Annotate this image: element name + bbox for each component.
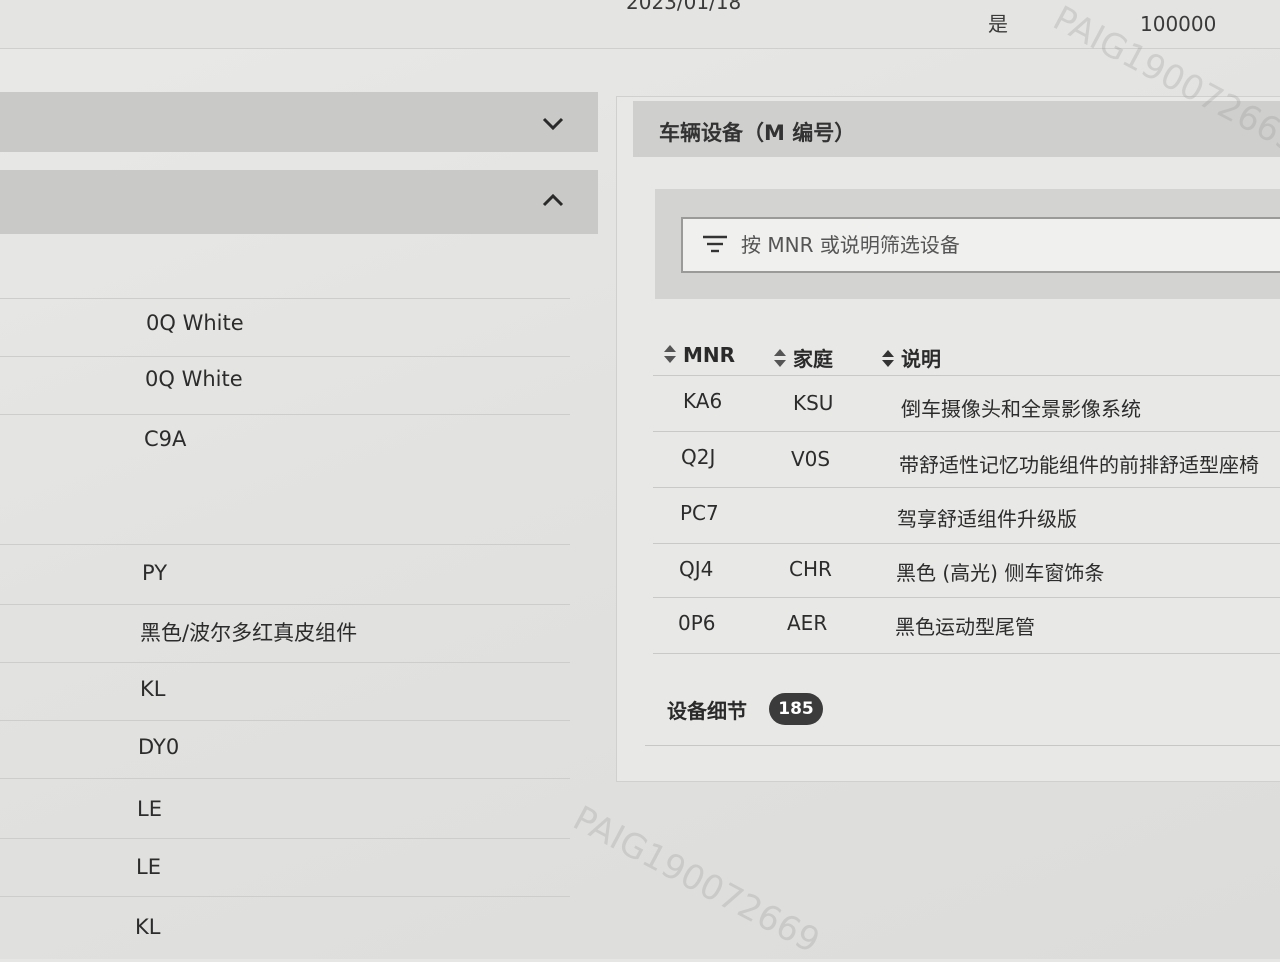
divider [653,431,1280,432]
cell-mnr: 0P6 [678,611,716,635]
list-item: PY [0,544,570,605]
filter-area: 按 MNR 或说明筛选设备 [655,189,1280,299]
list-item: 0Q White [0,356,570,415]
chevron-up-icon[interactable] [540,188,566,214]
sort-icon [773,348,787,373]
screen: 2023/01/18 是 100000 0Q White 0Q White C9… [0,0,1280,962]
list-item-value: LE [137,797,162,821]
equipment-details-label: 设备细节 [667,699,747,723]
list-item-value: C9A [144,427,187,451]
list-item-value: LE [136,855,161,879]
date-value: 2023/01/18 [626,0,742,14]
accordion-header-collapsed[interactable] [0,92,598,152]
filter-icon [701,233,729,255]
cell-mnr: KA6 [683,389,723,413]
column-header-description[interactable]: 说明 [881,343,941,373]
cell-mnr: PC7 [680,501,719,525]
list-item: 0Q White [0,298,570,357]
flag-value: 是 [988,12,1008,36]
list-item: LE [0,838,570,897]
cell-description: 带舒适性记忆功能组件的前排舒适型座椅 [899,453,1259,477]
cell-description: 黑色运动型尾管 [895,615,1035,639]
cell-family: AER [787,611,828,635]
cell-family: KSU [793,391,834,415]
amount-value: 100000 [1140,12,1217,36]
list-item-value: 0Q White [145,367,243,391]
cell-family: CHR [789,557,832,581]
watermark-text: PAIG190072669 [566,798,827,962]
list-item-value: KL [140,677,166,701]
panel-title: 车辆设备（M 编号） [659,121,856,145]
divider [653,597,1280,598]
cell-mnr: Q2J [681,445,716,469]
list-item: C9A [0,414,570,545]
divider [653,653,1280,654]
cell-description: 黑色 (高光) 侧车窗饰条 [896,561,1105,585]
filter-placeholder: 按 MNR 或说明筛选设备 [741,233,960,257]
list-item-value: DY0 [138,735,180,759]
divider [653,487,1280,488]
column-header-mnr[interactable]: MNR [663,343,735,369]
divider [653,543,1280,544]
accordion-header-expanded[interactable] [0,170,598,234]
column-header-family[interactable]: 家庭 [773,343,833,373]
sort-icon [881,348,895,373]
left-panel: 0Q White 0Q White C9A PY 黑色/波尔多红真皮组件 KL … [0,62,598,959]
column-label: MNR [683,343,736,367]
column-label: 家庭 [793,347,833,371]
divider [653,375,1280,376]
equipment-panel: 车辆设备（M 编号） 按 MNR 或说明筛选设备 MNR 家庭 说明 KA6 K… [616,96,1280,782]
equipment-filter-input[interactable]: 按 MNR 或说明筛选设备 [681,217,1280,273]
cell-description: 倒车摄像头和全景影像系统 [901,397,1141,421]
chevron-down-icon[interactable] [540,110,566,136]
list-item: 黑色/波尔多红真皮组件 [0,604,570,663]
list-item-value: KL [135,915,161,939]
list-item-value: PY [142,561,168,585]
list-item: KL [0,662,570,721]
sort-icon [663,344,677,369]
panel-header: 车辆设备（M 编号） [633,101,1280,157]
cell-family: V0S [791,447,831,471]
cell-mnr: QJ4 [679,557,714,581]
list-item: KL [0,896,570,959]
count-badge: 185 [769,693,823,725]
list-item-value: 0Q White [146,311,244,335]
column-label: 说明 [901,347,941,371]
cell-description: 驾享舒适组件升级版 [897,507,1077,531]
list-item: DY0 [0,720,570,779]
list-item: LE [0,778,570,839]
divider [645,745,1280,746]
list-item-value: 黑色/波尔多红真皮组件 [140,621,358,645]
